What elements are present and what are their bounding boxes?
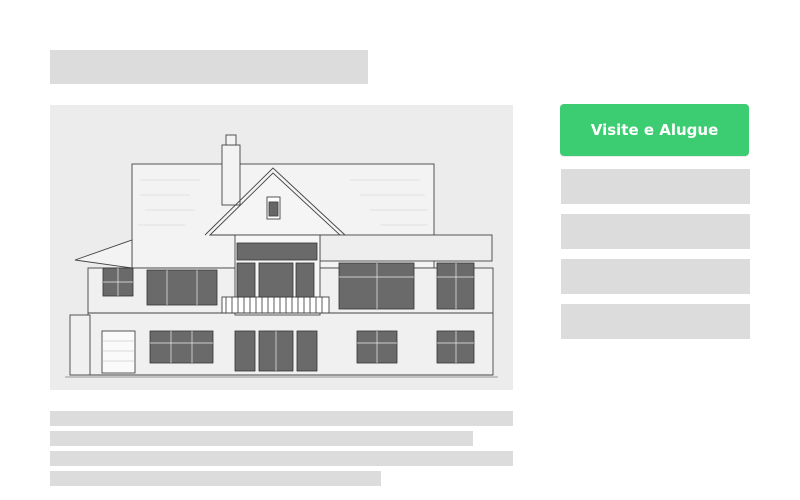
house-elevation-image	[50, 105, 513, 390]
text-line-placeholder	[50, 431, 473, 446]
house-drawing	[65, 134, 498, 378]
sidebar-placeholder	[561, 259, 750, 294]
sidebar-placeholder	[561, 169, 750, 204]
title-placeholder	[50, 50, 368, 84]
text-line-placeholder	[50, 451, 513, 466]
text-line-placeholder	[50, 411, 513, 426]
text-line-placeholder	[50, 471, 381, 486]
sidebar-placeholder	[561, 214, 750, 249]
sidebar-placeholder	[561, 304, 750, 339]
visit-and-rent-button[interactable]: Visite e Alugue	[560, 104, 749, 156]
